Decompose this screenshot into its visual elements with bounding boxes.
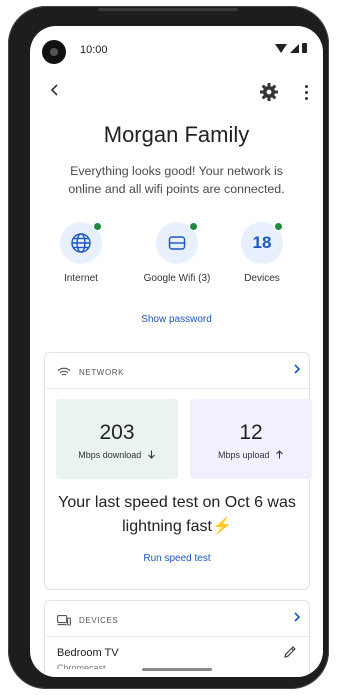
system-icons — [275, 43, 307, 53]
download-arrow-icon — [147, 450, 155, 459]
wifi-signal-icon — [275, 43, 287, 53]
phone-screen: 10:00 Morgan Family Everything looks goo… — [30, 26, 323, 677]
top-app-bar — [30, 78, 323, 108]
card-divider — [45, 636, 309, 637]
settings-button[interactable] — [259, 82, 279, 102]
wifi-icon — [57, 367, 71, 376]
gear-icon — [260, 83, 278, 101]
devices-circle: 18 — [241, 222, 283, 264]
upload-arrow-icon — [276, 450, 283, 459]
status-time: 10:00 — [80, 44, 108, 56]
network-status-message: Everything looks good! Your network is o… — [68, 164, 285, 196]
lightning-bolt-icon: ⚡ — [211, 518, 232, 535]
edit-device-button[interactable] — [283, 645, 297, 659]
back-arrow-icon — [50, 84, 58, 96]
phone-frame: 10:00 Morgan Family Everything looks goo… — [8, 6, 329, 689]
download-speed-label: Mbps download — [78, 450, 142, 460]
devices-card-title: DEVICES — [79, 615, 119, 625]
device-type: Chromecast — [57, 663, 106, 669]
internet-circle — [60, 222, 102, 264]
devices-label: Devices — [244, 273, 280, 284]
card-divider — [45, 388, 309, 389]
network-chevron-icon[interactable] — [293, 363, 301, 377]
devices-icon — [57, 614, 71, 626]
internet-label: Internet — [64, 273, 98, 284]
page-title: Morgan Family — [103, 122, 250, 147]
download-speed-tile: 203 Mbps download — [56, 399, 178, 479]
devices-card[interactable]: DEVICES Bedroom TV Chromecast — [44, 600, 310, 677]
network-card[interactable]: NETWORK 203 Mbps download 12 Mbps upload — [44, 352, 312, 590]
show-password-link[interactable]: Show password — [30, 314, 323, 325]
status-bar: 10:00 — [30, 26, 323, 68]
devices-card-header: DEVICES — [57, 613, 118, 627]
back-button[interactable] — [48, 80, 68, 104]
google-wifi-circle — [156, 222, 198, 264]
devices-count: 18 — [252, 233, 272, 252]
network-card-header: NETWORK — [57, 365, 124, 379]
upload-speed-value: 12 — [239, 421, 263, 444]
speed-test-message-text: Your last speed test on Oct 6 was lightn… — [58, 494, 296, 535]
download-speed-value: 203 — [99, 421, 135, 444]
upload-speed-label-row: Mbps upload — [190, 450, 312, 460]
front-camera — [42, 40, 66, 64]
more-options-button[interactable] — [301, 81, 311, 103]
home-indicator[interactable] — [142, 668, 212, 671]
online-status-dot — [93, 222, 102, 231]
more-dot-icon — [304, 90, 308, 94]
google-wifi-tile[interactable]: Google Wifi (3) — [132, 222, 222, 284]
more-dot-icon — [304, 96, 308, 100]
battery-icon — [302, 43, 307, 53]
wifi-point-icon — [168, 236, 186, 250]
upload-speed-label: Mbps upload — [217, 450, 270, 460]
network-card-title: NETWORK — [79, 367, 125, 377]
run-speed-test-button[interactable]: Run speed test — [45, 553, 309, 564]
devices-chevron-icon[interactable] — [293, 611, 301, 625]
google-wifi-label: Google Wifi (3) — [143, 273, 211, 284]
online-status-dot — [189, 222, 198, 231]
more-dot-icon — [304, 84, 308, 88]
download-speed-label-row: Mbps download — [56, 450, 178, 460]
pencil-icon — [284, 646, 296, 658]
devices-tile[interactable]: 18 Devices — [217, 222, 307, 284]
cell-signal-icon — [290, 43, 299, 53]
device-name[interactable]: Bedroom TV — [57, 647, 119, 659]
speed-test-message: Your last speed test on Oct 6 was lightn… — [53, 491, 301, 539]
internet-tile[interactable]: Internet — [36, 222, 126, 284]
upload-speed-tile: 12 Mbps upload — [190, 399, 312, 479]
online-status-dot — [274, 222, 283, 231]
globe-icon — [71, 233, 91, 253]
